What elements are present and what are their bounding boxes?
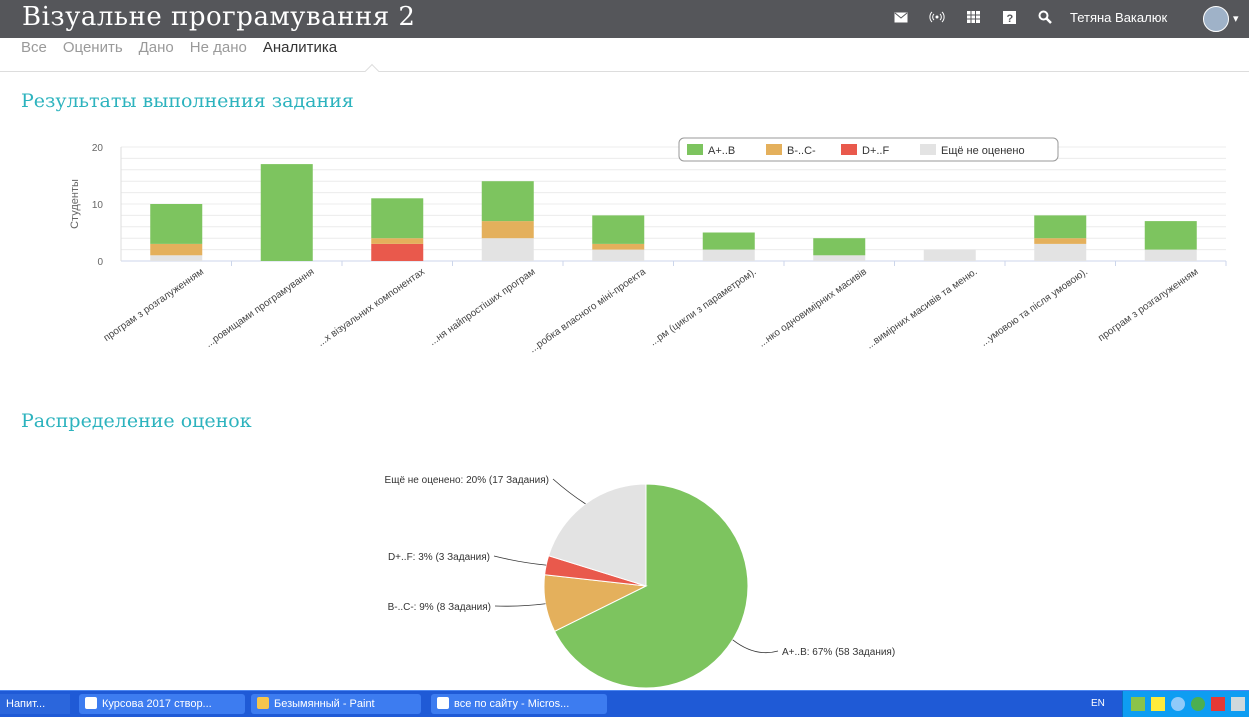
x-tick-label: ...ровищами програмування — [204, 266, 317, 350]
bar-segment — [150, 255, 203, 261]
legend-label: D+..F — [862, 145, 889, 157]
bar-segment — [260, 164, 313, 261]
bar-segment — [702, 232, 755, 250]
start-label: Напит... — [6, 698, 46, 710]
pie-connector — [493, 555, 547, 566]
tab-all[interactable]: Все — [21, 39, 47, 71]
pie-label: Ещё не оценено: 20% (17 Задания) — [385, 475, 549, 486]
bar-segment — [1034, 215, 1087, 239]
pie-connector — [494, 603, 546, 607]
chevron-down-icon[interactable]: ▾ — [1233, 12, 1239, 25]
legend-swatch — [920, 144, 936, 155]
bar-segment — [592, 243, 645, 250]
tray-icon[interactable] — [1211, 697, 1225, 711]
signal-icon[interactable] — [929, 9, 945, 25]
word-icon — [85, 697, 97, 709]
tray-icon[interactable] — [1131, 697, 1145, 711]
y-tick-label: 10 — [92, 200, 104, 211]
tray-icon[interactable] — [1151, 697, 1165, 711]
course-title[interactable]: Візуальне програмування 2 — [22, 2, 415, 32]
legend-label: B-..C- — [787, 145, 816, 157]
y-axis-label: Студенты — [69, 179, 81, 229]
avatar[interactable] — [1203, 6, 1229, 32]
start-button[interactable]: Напит... — [0, 694, 70, 714]
x-tick-label: ...ня найпростіших програм — [427, 266, 537, 348]
legend-label: A+..B — [708, 145, 735, 157]
distribution-title: Распределение оценок — [21, 410, 252, 432]
legend-swatch — [841, 144, 857, 155]
y-tick-label: 20 — [92, 143, 104, 154]
tab-analytics[interactable]: Аналитика — [263, 39, 337, 71]
x-tick-label: ...рм (цикли з параметром). — [648, 266, 758, 348]
results-title: Результаты выполнения задания — [21, 90, 354, 112]
bar-segment — [150, 204, 203, 244]
calendar-icon[interactable] — [965, 9, 981, 25]
tray-icon[interactable] — [1231, 697, 1245, 711]
results-bar-chart: 01020Студентыпрограм з розгалуженням...р… — [69, 137, 1227, 355]
grade-distribution-pie: A+..B: 67% (58 Задания) B-..C-: 9% (8 Зад… — [385, 475, 895, 689]
bar-segment — [1034, 243, 1087, 261]
bar-segment — [1144, 221, 1197, 250]
taskbar-item-label: Безымянный - Paint — [274, 698, 375, 710]
word-icon — [437, 697, 449, 709]
x-tick-label: ...умовою та після умовою). — [979, 266, 1090, 348]
language-indicator[interactable]: EN — [1091, 698, 1105, 709]
bar-segment — [923, 249, 976, 261]
taskbar-item-word-course[interactable]: Курсова 2017 створ... — [79, 694, 245, 714]
tab-bar: Все Оценить Дано Не дано Аналитика — [21, 39, 337, 71]
pie-connector — [732, 639, 779, 654]
bar-segment — [702, 249, 755, 261]
bar-segment — [592, 215, 645, 244]
bar-segment — [371, 238, 424, 244]
x-tick-label: ...вимірних масивів та меню. — [865, 266, 980, 351]
bar-segment — [150, 243, 203, 256]
search-icon[interactable] — [1037, 9, 1053, 25]
bar-segment — [592, 249, 645, 261]
tab-grade[interactable]: Оценить — [63, 39, 123, 71]
taskbar-item-paint[interactable]: Безымянный - Paint — [251, 694, 421, 714]
x-tick-label: ...робка власного міні-проекта — [527, 265, 648, 355]
bar-segment — [1144, 249, 1197, 261]
pie-label: A+..B: 67% (58 Задания) — [782, 647, 895, 658]
tray-icon[interactable] — [1191, 697, 1205, 711]
x-tick-label: ...х візуальних компонентах — [316, 266, 427, 348]
x-tick-label: ...нко одновимірних масивів — [757, 266, 869, 349]
help-icon[interactable]: ? — [1001, 9, 1017, 25]
bar-segment — [813, 238, 866, 256]
taskbar-item-word-site[interactable]: все по сайту - Micros... — [431, 694, 607, 714]
paint-icon — [257, 697, 269, 709]
tray-icon[interactable] — [1171, 697, 1185, 711]
header-icons: ? — [893, 9, 1053, 25]
user-name[interactable]: Тетяна Вакалюк — [1070, 10, 1167, 25]
svg-text:?: ? — [1006, 13, 1013, 24]
bar-segment — [371, 198, 424, 239]
pie-label: D+..F: 3% (3 Задания) — [388, 552, 490, 563]
legend-label: Ещё не оценено — [941, 145, 1025, 157]
tab-given[interactable]: Дано — [139, 39, 174, 71]
pie-connector — [552, 478, 586, 505]
active-tab-indicator — [364, 63, 380, 79]
taskbar-item-label: все по сайту - Micros... — [454, 698, 570, 710]
windows-taskbar: Напит... Курсова 2017 створ... Безымянны… — [0, 690, 1249, 717]
tab-not-given[interactable]: Не дано — [190, 39, 247, 71]
bar-segment — [481, 238, 534, 261]
x-tick-label: програм з розгалуженням — [102, 266, 206, 344]
bar-segment — [481, 181, 534, 222]
y-tick-label: 0 — [97, 257, 103, 268]
system-tray — [1122, 691, 1249, 717]
taskbar-item-label: Курсова 2017 створ... — [102, 698, 212, 710]
x-tick-label: програм з розгалуженням — [1096, 266, 1200, 344]
legend-swatch — [687, 144, 703, 155]
pie-label: B-..C-: 9% (8 Задания) — [388, 602, 491, 613]
bar-segment — [481, 221, 534, 239]
tab-divider — [0, 71, 1249, 72]
bar-segment — [813, 255, 866, 261]
legend-swatch — [766, 144, 782, 155]
bar-segment — [371, 243, 424, 261]
bar-segment — [1034, 238, 1087, 244]
mail-icon[interactable] — [893, 9, 909, 25]
